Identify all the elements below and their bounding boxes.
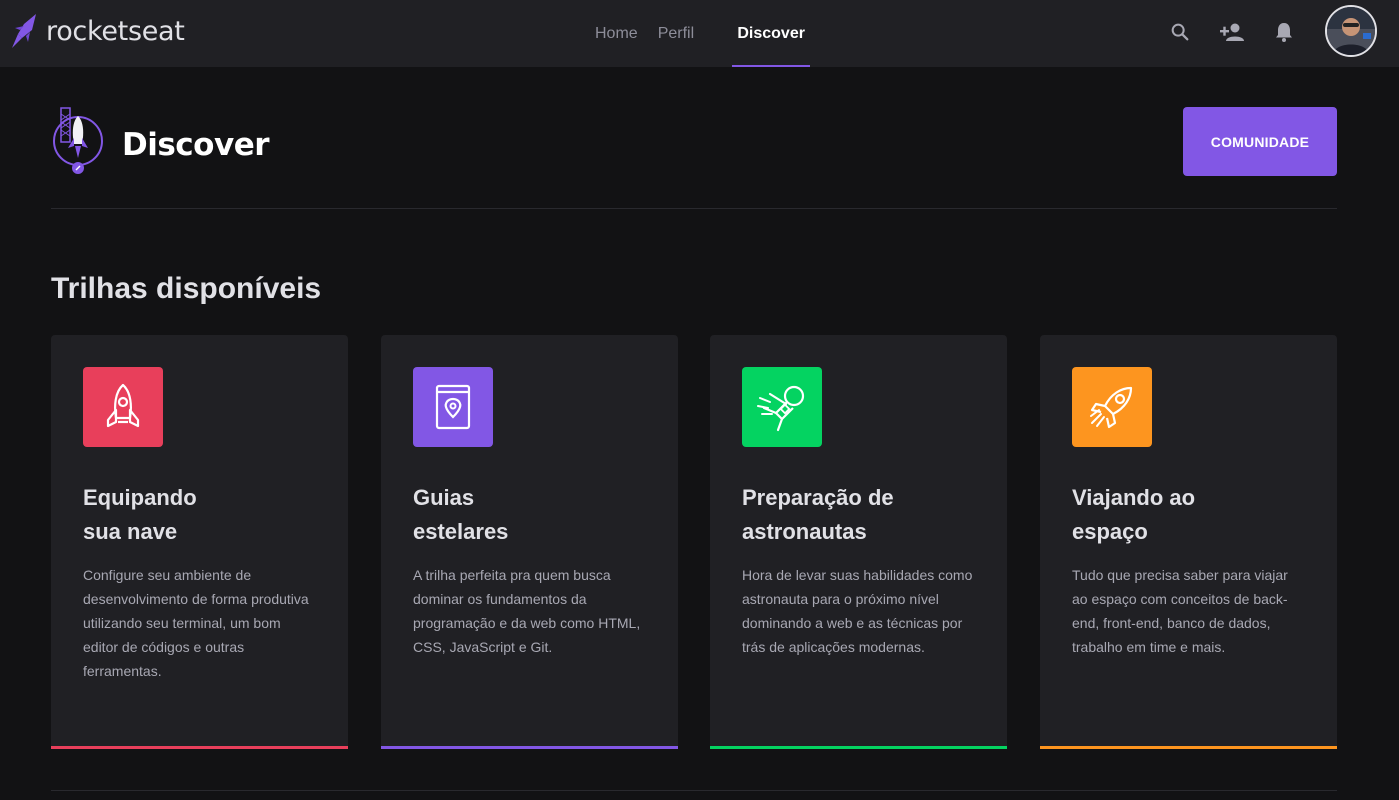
- track-title-line: astronautas: [742, 519, 867, 544]
- track-badge: [1072, 367, 1152, 447]
- track-title: Equipando sua nave: [83, 481, 323, 549]
- bell-icon[interactable]: [1269, 17, 1299, 47]
- astronaut-icon: [757, 385, 805, 432]
- nav-item-perfil[interactable]: Perfil: [648, 0, 704, 67]
- divider: [51, 790, 1337, 791]
- top-navbar: rocketseat Home Perfil Discover: [0, 0, 1399, 67]
- track-title: Viajando ao espaço: [1072, 481, 1312, 549]
- track-title-line: Equipando: [83, 485, 197, 510]
- track-description: Configure seu ambiente de desenvolviment…: [83, 567, 309, 679]
- discover-rocket-logo-icon: [53, 107, 103, 174]
- track-description: A trilha perfeita pra quem busca dominar…: [413, 567, 641, 655]
- add-user-icon[interactable]: [1217, 17, 1247, 47]
- track-title-line: Preparação de: [742, 485, 894, 510]
- track-title-line: espaço: [1072, 519, 1148, 544]
- header-actions: [1165, 15, 1321, 49]
- main-nav: Home Perfil Discover: [585, 0, 811, 67]
- rocket-icon: [106, 383, 140, 428]
- avatar[interactable]: [1325, 5, 1377, 57]
- track-title: Preparação de astronautas: [742, 481, 982, 549]
- brand-name: rocketseat: [46, 15, 185, 47]
- track-title-line: Guias: [413, 485, 475, 510]
- user-photo: [1327, 7, 1375, 55]
- track-title: Guias estelares: [413, 481, 653, 549]
- track-description: Hora de levar suas habilidades como astr…: [742, 567, 973, 655]
- brand-logo[interactable]: rocketseat: [10, 12, 185, 50]
- search-icon[interactable]: [1165, 17, 1195, 47]
- track-title-line: estelares: [413, 519, 509, 544]
- track-badge: [413, 367, 493, 447]
- page-title: Discover: [122, 127, 270, 163]
- nav-item-home[interactable]: Home: [585, 0, 648, 67]
- nav-item-discover[interactable]: Discover: [732, 0, 811, 67]
- launching-rocket-icon: [1090, 386, 1133, 429]
- track-card-guias[interactable]: Guias estelares A trilha perfeita pra qu…: [381, 335, 678, 749]
- page-header: Discover COMUNIDADE: [51, 103, 1337, 209]
- track-cards: Equipando sua nave Configure seu ambient…: [51, 335, 1337, 749]
- track-title-line: sua nave: [83, 519, 178, 544]
- rocketseat-logo-icon: [12, 14, 36, 48]
- track-card-preparacao[interactable]: Preparação de astronautas Hora de levar …: [710, 335, 1007, 749]
- track-card-viajando[interactable]: Viajando ao espaço Tudo que precisa sabe…: [1040, 335, 1337, 749]
- community-button[interactable]: COMUNIDADE: [1183, 107, 1337, 176]
- track-badge: [83, 367, 163, 447]
- track-description: Tudo que precisa saber para viajar ao es…: [1072, 567, 1288, 655]
- track-title-line: Viajando ao: [1072, 485, 1196, 510]
- map-book-icon: [435, 384, 471, 430]
- track-badge: [742, 367, 822, 447]
- section-title: Trilhas disponíveis: [51, 272, 322, 305]
- track-card-equipando[interactable]: Equipando sua nave Configure seu ambient…: [51, 335, 348, 749]
